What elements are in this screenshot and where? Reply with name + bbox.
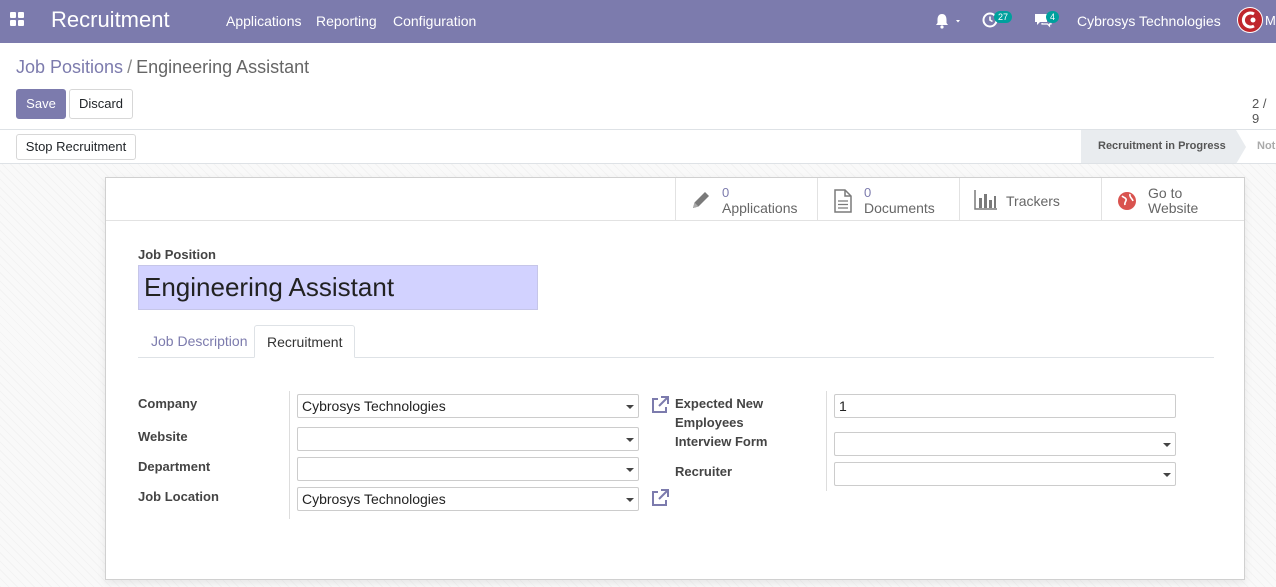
breadcrumb-current: Engineering Assistant: [136, 57, 310, 77]
job-position-label: Job Position: [138, 247, 216, 262]
apps-menu-icon[interactable]: [10, 12, 26, 28]
menu-configuration[interactable]: Configuration: [393, 13, 476, 29]
stop-recruitment-button[interactable]: Stop Recruitment: [16, 134, 136, 160]
go-to-website-smart-button[interactable]: Go to Website: [1101, 178, 1243, 221]
app-title[interactable]: Recruitment: [51, 7, 170, 33]
chevron-down-icon: [1163, 473, 1171, 477]
bell-icon[interactable]: [934, 12, 964, 30]
breadcrumb-separator: /: [127, 57, 133, 77]
applications-smart-button[interactable]: 0 Applications: [675, 178, 817, 221]
applications-count: 0: [722, 185, 730, 200]
pencil-icon: [693, 192, 709, 208]
department-label: Department: [138, 459, 211, 474]
department-select[interactable]: [297, 457, 639, 481]
job-location-select-value: Cybrosys Technologies: [302, 491, 446, 507]
breadcrumb: Job Positions / Engineering Assistant: [16, 57, 309, 78]
expected-new-employees-label-line1: Expected New: [675, 396, 764, 411]
job-location-select[interactable]: Cybrosys Technologies: [297, 487, 639, 511]
job-location-label: Job Location: [138, 489, 219, 504]
activity-count-badge: 27: [994, 11, 1013, 23]
website-label-line1: Go to: [1148, 185, 1183, 201]
discard-button[interactable]: Discard: [69, 89, 133, 119]
recruiter-select[interactable]: [834, 462, 1176, 486]
save-button[interactable]: Save: [16, 89, 66, 119]
user-name[interactable]: M: [1265, 13, 1276, 28]
globe-icon: [1118, 192, 1136, 210]
external-link-icon[interactable]: [650, 488, 670, 508]
menu-applications[interactable]: Applications: [226, 13, 302, 29]
chevron-down-icon: [626, 498, 634, 502]
status-bar: Stop Recruitment Recruitment in Progress…: [0, 129, 1276, 164]
breadcrumb-job-positions[interactable]: Job Positions: [16, 57, 123, 77]
stage-recruitment-in-progress[interactable]: Recruitment in Progress: [1081, 130, 1236, 163]
website-label-line2: Website: [1148, 200, 1199, 216]
interview-form-select[interactable]: [834, 432, 1176, 456]
job-position-input[interactable]: [138, 265, 538, 310]
documents-label: Documents: [864, 200, 935, 216]
website-select[interactable]: [297, 427, 639, 451]
company-select[interactable]: Cybrosys Technologies: [297, 394, 639, 418]
company-select-value: Cybrosys Technologies: [302, 398, 446, 414]
smart-button-box: 0 Applications 0 Documents Trackers Go t…: [106, 178, 1244, 221]
chevron-down-icon: [626, 405, 634, 409]
chevron-down-icon: [626, 468, 634, 472]
company-label: Company: [138, 396, 198, 411]
website-label: Website: [138, 429, 188, 444]
expected-new-employees-label-line2: Employees: [675, 415, 744, 430]
form-tabs: Job Description Recruitment: [138, 325, 1214, 358]
stage-not-recruiting[interactable]: Not: [1257, 130, 1275, 163]
trackers-smart-button[interactable]: Trackers: [959, 178, 1101, 221]
documents-smart-button[interactable]: 0 Documents: [817, 178, 959, 221]
company-switcher[interactable]: Cybrosys Technologies: [1077, 13, 1221, 29]
user-avatar[interactable]: [1237, 7, 1263, 33]
interview-form-label: Interview Form: [675, 434, 768, 449]
expected-new-employees-value: 1: [839, 398, 847, 414]
tab-job-description[interactable]: Job Description: [139, 325, 260, 358]
trackers-label: Trackers: [1006, 193, 1060, 209]
tab-recruitment[interactable]: Recruitment: [254, 325, 356, 358]
menu-reporting[interactable]: Reporting: [316, 13, 377, 29]
form-sheet: 0 Applications 0 Documents Trackers Go t…: [105, 177, 1245, 580]
chevron-down-icon: [626, 438, 634, 442]
message-count-badge: 4: [1046, 11, 1060, 23]
pager-value[interactable]: 2 / 9: [1252, 96, 1276, 126]
external-link-icon[interactable]: [650, 395, 670, 415]
applications-label: Applications: [722, 200, 798, 216]
document-icon: [834, 189, 852, 213]
documents-count: 0: [864, 185, 872, 200]
top-navbar: Recruitment Applications Reporting Confi…: [0, 0, 1276, 43]
chevron-down-icon: [1163, 443, 1171, 447]
right-group-divider: [826, 391, 827, 491]
stage-arrow: [1236, 130, 1246, 164]
bar-chart-icon: [974, 190, 997, 210]
expected-new-employees-input[interactable]: 1: [834, 394, 1176, 418]
left-group-divider: [289, 391, 290, 519]
recruiter-label: Recruiter: [675, 464, 733, 479]
